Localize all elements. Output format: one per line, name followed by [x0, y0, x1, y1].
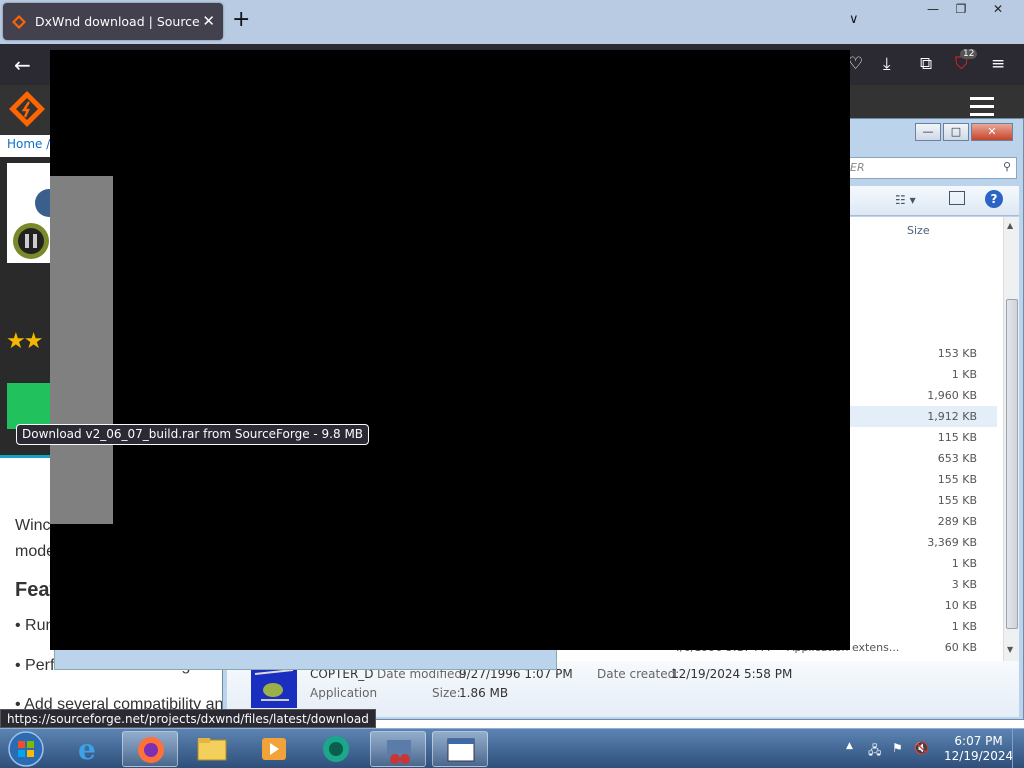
taskbar-firefox[interactable]: [122, 731, 178, 767]
green-app-icon: [323, 736, 349, 762]
link-status-bar: https://sourceforge.net/projects/dxwnd/f…: [0, 709, 376, 728]
list-all-tabs-button[interactable]: ∨: [849, 12, 859, 27]
file-size: 1 KB: [951, 368, 977, 381]
file-size: 289 KB: [937, 515, 977, 528]
taskbar-dxwnd[interactable]: [370, 731, 426, 767]
sourceforge-logo-icon[interactable]: [8, 90, 46, 128]
scrollbar-thumb[interactable]: [1006, 299, 1018, 629]
download-tooltip: Download v2_06_07_build.rar from SourceF…: [16, 424, 370, 445]
file-size: 10 KB: [944, 599, 977, 612]
file-size: 155 KB: [937, 494, 977, 507]
network-icon[interactable]: 🖧: [868, 741, 881, 762]
window-close-button[interactable]: ✕: [978, 0, 1018, 20]
window-restore-button[interactable]: ❐: [946, 0, 976, 20]
file-size: 1,960 KB: [927, 389, 977, 402]
column-header-size[interactable]: Size: [907, 224, 930, 237]
file-size: 1 KB: [951, 557, 977, 570]
scroll-up-icon[interactable]: ▲: [1007, 221, 1013, 230]
taskbar-explorer[interactable]: [184, 731, 240, 767]
dxwnd-taskbar-icon: [387, 740, 411, 764]
sourceforge-favicon-icon: [12, 15, 26, 29]
scroll-down-icon[interactable]: ▼: [1007, 645, 1013, 654]
action-center-flag-icon[interactable]: ⚑: [892, 741, 903, 755]
tab-strip: DxWnd download | SourceForge ✕ + ∨ — ❐ ✕: [0, 0, 1024, 44]
black-occluding-window: [50, 50, 850, 650]
media-player-icon: [262, 738, 286, 760]
tab-dxwnd[interactable]: DxWnd download | SourceForge ✕: [3, 3, 223, 40]
windows-start-icon[interactable]: [4, 730, 48, 768]
view-options-icon[interactable]: ☷ ▾: [895, 193, 916, 207]
taskbar-window-app[interactable]: [432, 731, 488, 767]
file-size: 115 KB: [937, 431, 977, 444]
app-menu-icon[interactable]: ≡: [991, 54, 1005, 74]
explorer-search-input[interactable]: ER ⚲: [843, 157, 1017, 179]
show-desktop-button[interactable]: [1012, 729, 1024, 768]
details-kind: Application: [310, 686, 378, 700]
project-logo: [7, 163, 63, 263]
details-created-value: 12/19/2024 5:58 PM: [671, 667, 793, 681]
file-size: 155 KB: [937, 473, 977, 486]
svg-text:e: e: [78, 733, 96, 766]
file-size: 60 KB: [944, 641, 977, 654]
description-text: Winc: [15, 517, 51, 534]
internet-explorer-icon: e: [78, 733, 96, 766]
back-arrow-icon[interactable]: ←: [14, 53, 31, 77]
breadcrumb[interactable]: Home /: [7, 137, 50, 151]
folder-icon: [197, 738, 227, 761]
download-button[interactable]: [7, 383, 52, 429]
tab-close-icon[interactable]: ✕: [202, 12, 215, 30]
explorer-minimize-button[interactable]: —: [915, 123, 941, 141]
file-size: 3 KB: [951, 578, 977, 591]
downloads-icon[interactable]: ⤓: [883, 54, 891, 74]
show-hidden-icons[interactable]: ▲: [846, 741, 853, 751]
details-size-label: Size:: [432, 686, 461, 700]
file-size: 1,912 KB: [927, 410, 977, 423]
details-size-value: 1.86 MB: [459, 686, 509, 700]
dxwnd-logo-icon: [13, 189, 63, 259]
explorer-maximize-button[interactable]: □: [943, 123, 969, 141]
taskbar: e ▲ 🖧 ⚑ 🔇 6:07 PM 12/19/2024: [0, 728, 1024, 768]
explorer-close-button[interactable]: ✕: [971, 123, 1013, 141]
pocket-icon[interactable]: ♡: [848, 54, 863, 74]
help-icon[interactable]: ?: [985, 190, 1003, 208]
clock[interactable]: 6:07 PM 12/19/2024: [944, 734, 1013, 764]
file-size: 153 KB: [937, 347, 977, 360]
grey-panel: [50, 176, 113, 524]
extensions-icon[interactable]: ⧉: [920, 54, 932, 74]
window-minimize-button[interactable]: —: [918, 0, 948, 20]
file-size: 653 KB: [937, 452, 977, 465]
tab-title: DxWnd download | SourceForge: [35, 14, 201, 29]
taskbar-internet-explorer[interactable]: e: [62, 731, 118, 767]
taskbar-media-player[interactable]: [246, 731, 302, 767]
window-app-icon: [447, 738, 475, 762]
copter-app-icon: [251, 666, 297, 708]
firefox-icon: [138, 737, 164, 763]
taskbar-app-green[interactable]: [308, 731, 364, 767]
vertical-scrollbar[interactable]: ▲ ▼: [1003, 217, 1019, 661]
search-icon: ⚲: [1002, 160, 1011, 173]
file-size: 3,369 KB: [927, 536, 977, 549]
preview-pane-icon[interactable]: [949, 191, 965, 205]
details-created-label: Date created:: [597, 667, 680, 681]
rating-stars: ★★: [6, 329, 43, 354]
clock-date: 12/19/2024: [944, 749, 1014, 763]
volume-muted-icon[interactable]: 🔇: [914, 741, 929, 755]
hamburger-menu-icon[interactable]: [970, 97, 994, 117]
clock-time: 6:07 PM: [954, 734, 1003, 748]
file-size: 1 KB: [951, 620, 977, 633]
extension-badge: 12: [960, 49, 978, 59]
new-tab-button[interactable]: +: [232, 9, 250, 31]
feature-item: • Run: [15, 617, 55, 634]
